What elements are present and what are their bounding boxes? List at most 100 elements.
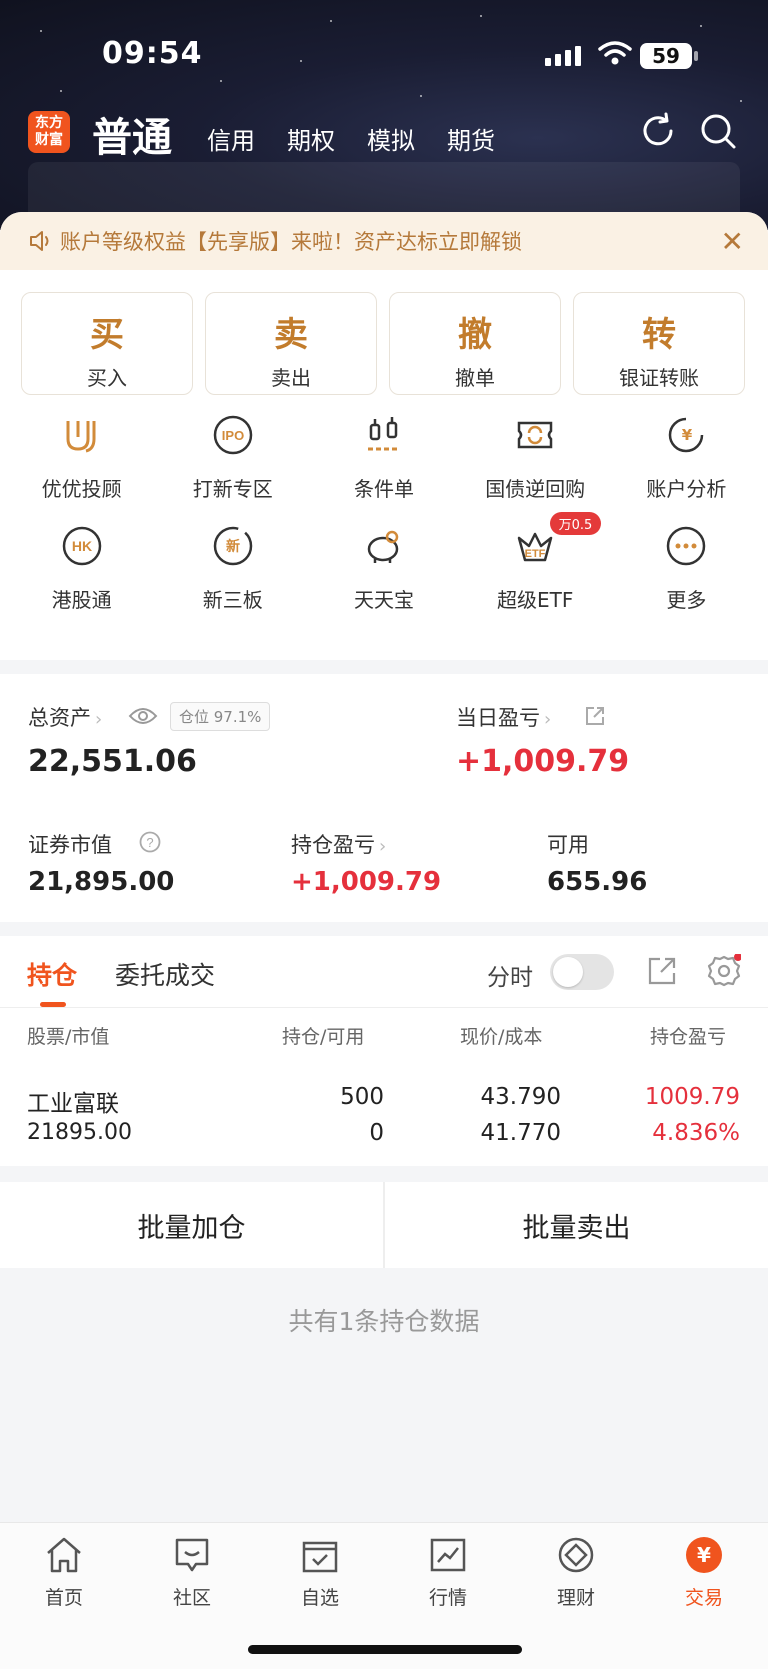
chevron-right-icon: ›: [544, 709, 552, 730]
conditional-order-icon: [367, 417, 400, 451]
tab-positions[interactable]: 持仓: [27, 956, 77, 992]
battery-indicator: 59: [640, 43, 698, 69]
grid-item-neeq[interactable]: 新 新三板: [157, 524, 308, 613]
notice-text: 账户等级权益【先享版】来啦！资产达标立即解锁: [60, 230, 522, 254]
status-time: 09:54: [102, 36, 203, 71]
grid-item-hk-connect[interactable]: HK 港股通: [6, 524, 157, 613]
timeshare-label: 分时: [487, 965, 533, 991]
chevron-right-icon: ›: [379, 836, 387, 857]
speaker-icon: [30, 231, 49, 251]
svg-text:¥: ¥: [682, 426, 693, 444]
transfer-glyph: 转: [642, 315, 676, 355]
grid-item-uu-advisor[interactable]: 优优投顾: [6, 413, 157, 502]
nav-home[interactable]: 首页: [0, 1523, 128, 1669]
batch-actions: 批量加仓 批量卖出: [0, 1182, 768, 1268]
stock-market-value: 21895.00: [27, 1120, 132, 1145]
daily-pl-value: +1,009.79: [456, 744, 630, 779]
grid-label: 超级ETF: [497, 588, 574, 612]
col-stock: 股票/市值: [27, 1026, 110, 1048]
wealth-icon: [558, 1537, 594, 1573]
holding-pl-value: +1,009.79: [291, 867, 442, 897]
available-qty: 0: [369, 1120, 384, 1146]
neeq-icon: 新: [213, 526, 253, 566]
bank-transfer-button[interactable]: 转 银证转账: [573, 292, 745, 395]
svg-text:HK: HK: [71, 538, 91, 554]
grid-item-conditional-order[interactable]: 条件单: [308, 413, 459, 502]
batch-sell-button[interactable]: 批量卖出: [385, 1182, 768, 1268]
total-assets-value: 22,551.06: [28, 744, 197, 779]
app-logo: 东方 财富: [28, 111, 70, 153]
holding-pl-label[interactable]: 持仓盈亏 ›: [291, 829, 386, 859]
fee-badge: 万0.5: [549, 512, 602, 535]
cancel-label: 撤单: [455, 366, 495, 390]
nav-label: 社区: [172, 1587, 211, 1609]
hk-connect-icon: HK: [62, 526, 101, 566]
nav-label: 理财: [556, 1587, 595, 1609]
grid-item-reverse-repo[interactable]: 国债逆回购: [460, 413, 611, 502]
reverse-repo-icon: [517, 421, 553, 449]
external-link-icon[interactable]: [647, 956, 677, 986]
watchlist-icon: [302, 1541, 338, 1573]
grid-item-ipo[interactable]: IPO 打新专区: [157, 413, 308, 502]
nav-label: 首页: [44, 1587, 83, 1609]
cancel-order-button[interactable]: 撤 撤单: [389, 292, 561, 395]
sell-label: 卖出: [271, 366, 311, 390]
grid-item-piggy-bank[interactable]: 天天宝: [308, 524, 459, 613]
cost-price: 41.770: [480, 1120, 561, 1146]
buy-button[interactable]: 买 买入: [21, 292, 193, 395]
tab-options[interactable]: 期权: [287, 121, 335, 156]
eye-icon[interactable]: [128, 706, 158, 726]
refresh-icon[interactable]: [638, 111, 678, 151]
help-icon[interactable]: ?: [139, 831, 161, 853]
grid-label: 天天宝: [353, 588, 414, 612]
nav-community[interactable]: 社区: [128, 1523, 256, 1669]
grid-label: 优优投顾: [41, 477, 122, 501]
share-icon[interactable]: [585, 706, 605, 726]
tab-orders[interactable]: 委托成交: [115, 956, 215, 992]
tab-normal-account[interactable]: 普通: [92, 105, 172, 163]
grid-label: 国债逆回购: [485, 477, 586, 501]
trade-icon: ¥: [686, 1537, 722, 1573]
tab-simulation[interactable]: 模拟: [367, 121, 415, 156]
notice-banner[interactable]: 账户等级权益【先享版】来啦！资产达标立即解锁 ✕: [0, 212, 768, 270]
grid-item-account-analysis[interactable]: ¥ 账户分析: [611, 413, 762, 502]
grid-label: 港股通: [51, 588, 112, 612]
ipo-icon: IPO: [213, 415, 253, 455]
total-assets-label[interactable]: 总资产 ›: [28, 702, 102, 732]
total-assets-text: 总资产: [28, 706, 91, 730]
holding-pl: 1009.79: [644, 1084, 740, 1110]
nav-label: 交易: [684, 1587, 723, 1609]
grid-item-more[interactable]: 更多: [611, 524, 762, 613]
col-pl: 持仓盈亏: [650, 1026, 727, 1048]
batch-add-button[interactable]: 批量加仓: [0, 1182, 383, 1268]
market-value-text: 证券市值: [28, 833, 112, 857]
svg-text:新: 新: [226, 538, 240, 555]
grid-item-super-etf[interactable]: 万0.5 ETF 超级ETF: [460, 512, 611, 613]
tab-futures[interactable]: 期货: [447, 121, 495, 156]
position-qty: 500: [340, 1084, 384, 1110]
search-icon[interactable]: [698, 111, 738, 151]
cancel-glyph: 撤: [458, 315, 492, 355]
timeshare-toggle[interactable]: [550, 954, 614, 990]
account-analysis-icon: ¥: [669, 417, 704, 453]
svg-text:¥: ¥: [697, 1543, 711, 1567]
holding-pl-pct: 4.836%: [652, 1120, 740, 1146]
nav-wealth[interactable]: 理财: [512, 1523, 640, 1669]
tab-credit[interactable]: 信用: [207, 121, 255, 156]
logo-text-2: 财富: [35, 132, 63, 148]
daily-pl-label[interactable]: 当日盈亏 ›: [456, 702, 551, 732]
nav-trade[interactable]: ¥ 交易: [640, 1523, 768, 1669]
market-icon: [430, 1538, 466, 1572]
close-icon[interactable]: ✕: [721, 225, 744, 258]
buy-glyph: 买: [90, 315, 124, 355]
svg-text:?: ?: [146, 835, 153, 850]
buy-label: 买入: [87, 366, 127, 390]
holding-pl-text: 持仓盈亏: [291, 833, 375, 857]
stock-name: 工业富联: [27, 1091, 119, 1117]
sell-button[interactable]: 卖 卖出: [205, 292, 377, 395]
more-icon: [667, 526, 706, 566]
logo-text-1: 东方: [35, 115, 63, 131]
sell-glyph: 卖: [274, 315, 308, 355]
wifi-icon: [598, 41, 632, 65]
settings-icon[interactable]: [707, 954, 741, 988]
